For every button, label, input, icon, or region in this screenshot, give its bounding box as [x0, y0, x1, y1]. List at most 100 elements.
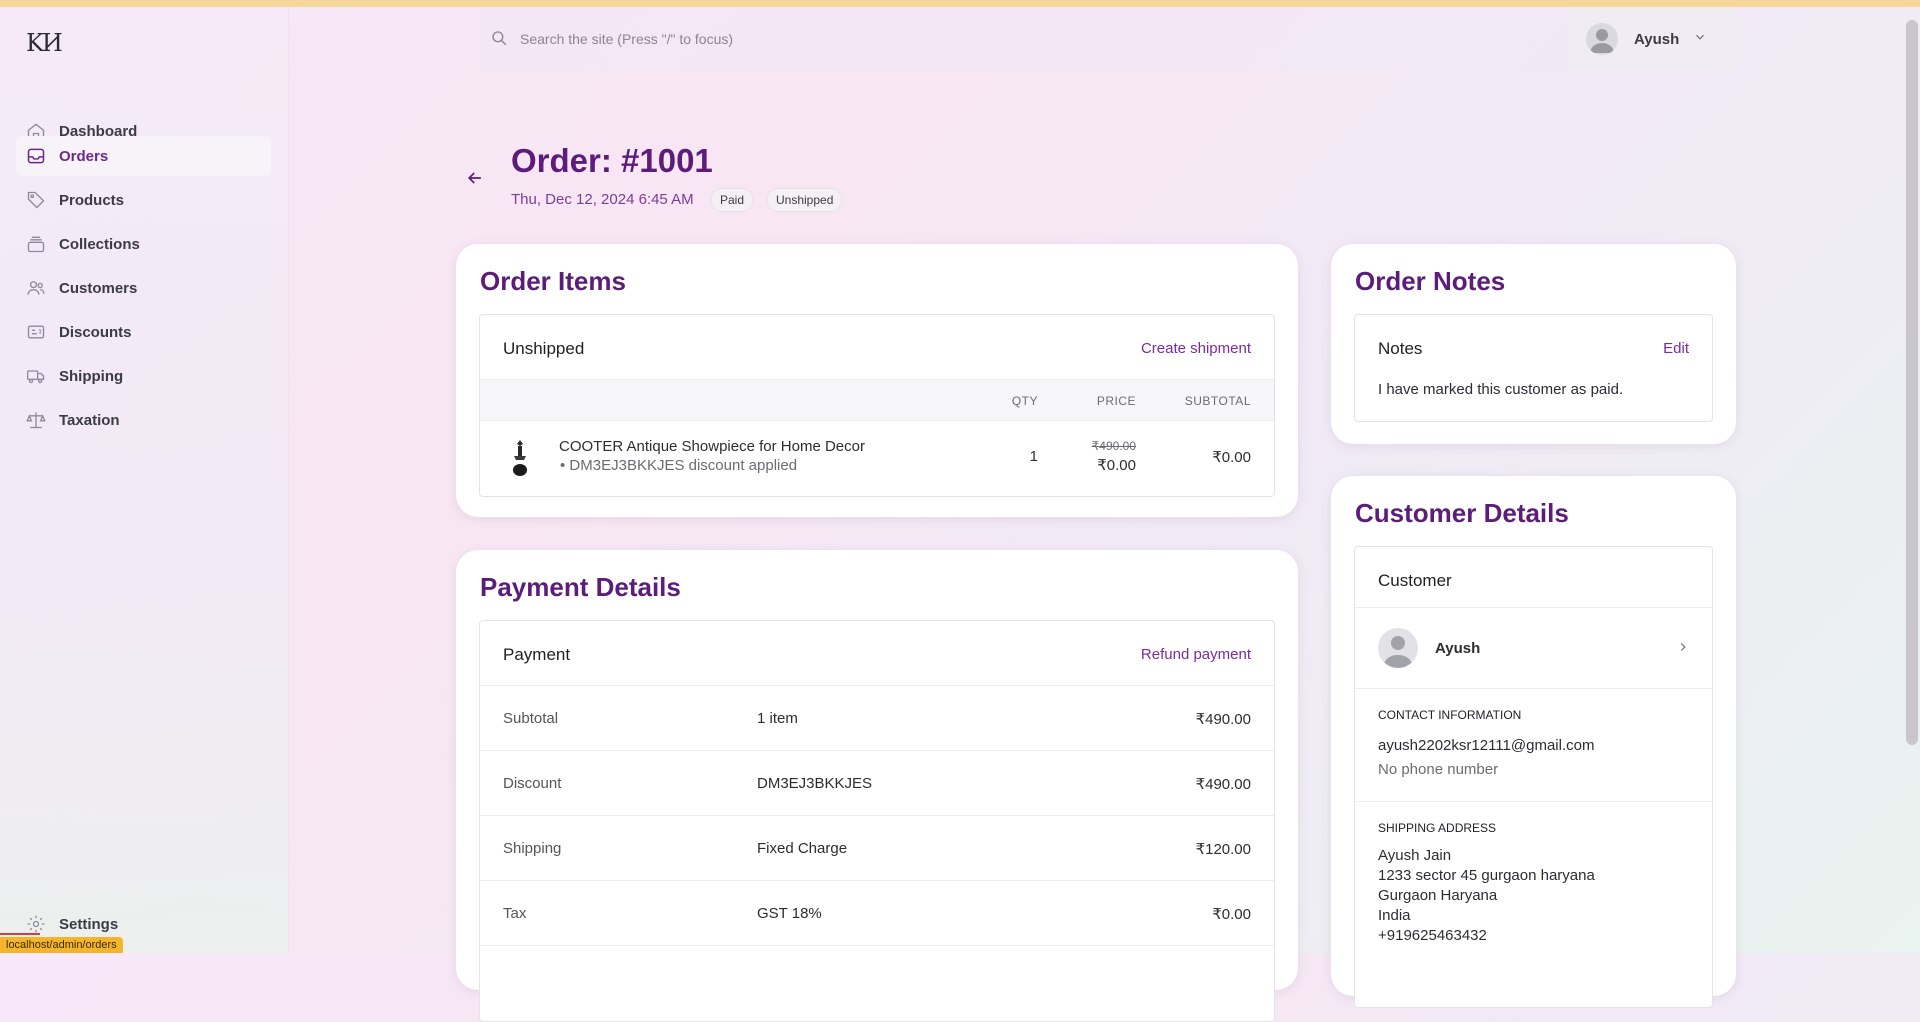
product-thumbnail [510, 438, 530, 483]
column-header-subtotal: SUBTOTAL [1184, 394, 1251, 408]
status-indicator-line [0, 933, 40, 935]
sidebar: KИ Dashboard Orders Products Collections… [0, 7, 289, 953]
status-badge-paid: Paid [711, 188, 754, 212]
customer-details-title: Customer Details [1355, 498, 1569, 528]
customer-head: Customer [1378, 571, 1452, 590]
divider [480, 750, 1274, 751]
tag-icon [25, 189, 47, 211]
item-original-price: ₹490.00 [1091, 439, 1136, 453]
row-label: Subtotal [503, 710, 559, 727]
row-label: Tax [503, 905, 527, 922]
discount-note: • DM3EJ3BKKJES discount applied [560, 457, 798, 474]
page-title: Order: #1001 [511, 142, 713, 179]
row-label: Discount [503, 775, 562, 792]
row-amount: ₹490.00 [1195, 711, 1251, 728]
search-input[interactable]: Search the site (Press "/" to focus) [520, 31, 733, 47]
edit-notes-button[interactable]: Edit [1663, 340, 1689, 357]
product-name[interactable]: COOTER Antique Showpiece for Home Decor [559, 438, 865, 455]
customer-name: Ayush [1435, 640, 1481, 657]
sidebar-item-collections[interactable]: Collections [16, 224, 271, 264]
shipping-address-label: SHIPPING ADDRESS [1378, 821, 1497, 835]
stack-icon [25, 233, 47, 255]
chevron-right-icon [1676, 640, 1690, 659]
truck-icon [25, 365, 47, 387]
sidebar-item-discounts[interactable]: Discounts [16, 312, 271, 352]
row-amount: ₹0.00 [1212, 906, 1251, 923]
item-subtotal: ₹0.00 [1212, 449, 1251, 466]
sidebar-item-products[interactable]: Products [16, 180, 271, 220]
order-notes-title: Order Notes [1355, 266, 1506, 296]
sidebar-item-orders[interactable]: Orders [16, 136, 271, 176]
customer-phone: No phone number [1378, 761, 1499, 778]
back-button[interactable] [460, 163, 490, 193]
row-amount: ₹490.00 [1195, 776, 1251, 793]
users-icon [25, 277, 47, 299]
order-items-panel: Unshipped Create shipment QTY PRICE SUBT… [479, 314, 1275, 497]
customer-details-card: Customer Details Customer Ayush CONTACT … [1331, 476, 1736, 1008]
customer-panel: Customer Ayush CONTACT INFORMATION ayush… [1354, 546, 1713, 1008]
user-name: Ayush [1634, 30, 1680, 48]
contact-info-label: CONTACT INFORMATION [1378, 708, 1522, 722]
row-detail: DM3EJ3BKKJES [757, 775, 873, 792]
refund-payment-button[interactable]: Refund payment [1141, 646, 1251, 663]
divider [480, 815, 1274, 816]
customer-email: ayush2202ksr12111@gmail.com [1378, 737, 1595, 754]
divider [480, 945, 1274, 946]
address-line: 1233 sector 45 gurgaon haryana [1378, 867, 1595, 884]
row-detail: 1 item [757, 710, 798, 727]
status-url-tooltip: localhost/admin/orders [0, 937, 123, 953]
divider [1355, 688, 1712, 689]
receipt-icon [25, 321, 47, 343]
sidebar-item-label: Customers [59, 279, 138, 297]
order-items-card: Order Items Unshipped Create shipment QT… [456, 244, 1298, 517]
address-line: India [1378, 907, 1411, 924]
column-header-price: PRICE [1096, 394, 1136, 408]
sidebar-item-label: Discounts [59, 323, 132, 341]
sidebar-item-label: Products [59, 191, 125, 209]
scale-icon [25, 409, 47, 431]
row-detail: Fixed Charge [757, 840, 848, 857]
create-shipment-button[interactable]: Create shipment [1141, 340, 1251, 357]
arrow-left-icon [467, 172, 481, 184]
sidebar-item-shipping[interactable]: Shipping [16, 356, 271, 396]
sidebar-item-label: Shipping [59, 367, 124, 385]
sidebar-item-label: Taxation [59, 411, 120, 429]
user-menu[interactable]: Ayush [1568, 7, 1736, 71]
item-qty: 1 [1029, 448, 1038, 465]
sidebar-item-label: Collections [59, 235, 140, 253]
inbox-icon [25, 145, 47, 167]
order-notes-card: Order Notes Notes Edit I have marked thi… [1331, 244, 1736, 444]
payment-panel: Payment Refund payment Subtotal 1 item ₹… [479, 620, 1275, 1022]
row-detail: GST 18% [757, 905, 822, 922]
address-line: Gurgaon Haryana [1378, 887, 1498, 904]
notes-head: Notes [1378, 339, 1423, 358]
customer-link-row[interactable]: Ayush [1355, 608, 1712, 688]
order-items-title: Order Items [480, 266, 626, 296]
column-header-qty: QTY [1011, 394, 1038, 408]
table-header: QTY PRICE SUBTOTAL [480, 380, 1274, 420]
gear-icon [25, 913, 47, 935]
payment-head: Payment [503, 645, 571, 664]
sidebar-item-label: Orders [59, 147, 109, 165]
sidebar-item-label: Settings [59, 915, 119, 933]
avatar [1586, 23, 1618, 55]
row-label: Shipping [503, 840, 562, 857]
divider [480, 420, 1274, 421]
scrollbar-thumb[interactable] [1906, 20, 1918, 745]
payment-details-title: Payment Details [480, 572, 681, 602]
notes-panel: Notes Edit I have marked this customer a… [1354, 314, 1713, 422]
payment-details-card: Payment Details Payment Refund payment S… [456, 550, 1298, 1022]
notes-text: I have marked this customer as paid. [1378, 381, 1624, 398]
divider [1355, 801, 1712, 802]
sidebar-item-customers[interactable]: Customers [16, 268, 271, 308]
chevron-down-icon [1693, 30, 1707, 49]
shipment-status: Unshipped [503, 339, 585, 358]
search-icon [490, 29, 508, 52]
sidebar-item-taxation[interactable]: Taxation [16, 400, 271, 440]
app-logo[interactable]: KИ [26, 29, 63, 57]
order-date: Thu, Dec 12, 2024 6:45 AM [511, 191, 694, 208]
top-progress-strip [0, 0, 1920, 7]
divider [480, 685, 1274, 686]
avatar [1378, 628, 1418, 668]
search-bar[interactable]: Search the site (Press "/" to focus) [480, 7, 1737, 71]
